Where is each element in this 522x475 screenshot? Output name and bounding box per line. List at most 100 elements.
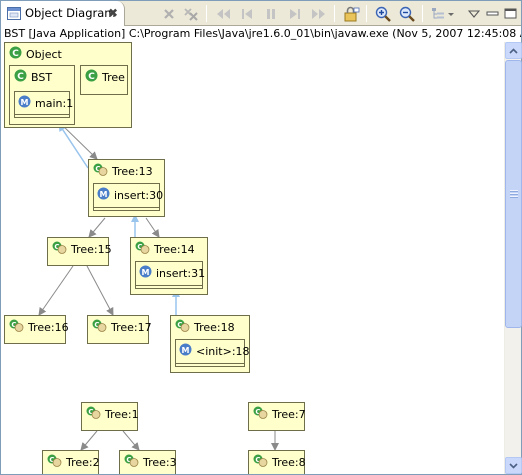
- class-icon: C: [9, 46, 22, 62]
- main-method-frame[interactable]: M main:1: [14, 91, 73, 118]
- method-icon: M: [97, 187, 110, 203]
- edge-tree13-to-tree15: [88, 217, 106, 238]
- close-icon[interactable]: ✖: [108, 6, 118, 20]
- tree3-title: C Tree:3: [124, 454, 177, 470]
- minimize-icon[interactable]: [483, 4, 503, 23]
- maximize-icon[interactable]: [501, 4, 521, 23]
- tree18-node[interactable]: C Tree:18 M <init>:18: [170, 315, 250, 373]
- tree2-title: C Tree:2: [47, 454, 100, 470]
- zoom-in-icon[interactable]: [373, 4, 393, 23]
- view-menu-icon[interactable]: [464, 4, 484, 23]
- tree-class-label: Tree: [102, 70, 125, 84]
- tree7-title: C Tree:7: [253, 406, 306, 422]
- tree13-node[interactable]: C Tree:13 M insert:30: [88, 159, 165, 217]
- method-icon: M: [179, 343, 192, 359]
- edge-tree15-to-tree16: [38, 265, 74, 316]
- toolbar-separator: [422, 5, 423, 22]
- tree17-label: Tree:17: [111, 320, 152, 334]
- tree16-node[interactable]: C Tree:16: [4, 315, 69, 344]
- tree1-label: Tree:1: [105, 407, 139, 421]
- tree2-label: Tree:2: [66, 455, 100, 469]
- object-node-title: C Object: [9, 46, 62, 62]
- chevron-up-icon: [509, 47, 518, 54]
- tree2-node[interactable]: C Tree:2: [42, 450, 100, 474]
- object-diagram-icon: [7, 7, 21, 23]
- tree18-label: Tree:18: [194, 320, 235, 334]
- bst-title: C BST: [14, 69, 52, 85]
- tree3-node[interactable]: C Tree:3: [119, 450, 177, 474]
- delete-all-icon[interactable]: [181, 4, 201, 23]
- class-icon: C: [85, 69, 98, 85]
- delete-icon[interactable]: [159, 4, 179, 23]
- view-toolbar: Object Diagram ✖: [1, 1, 521, 26]
- call-edges: [58, 123, 180, 337]
- svg-text:C: C: [12, 49, 19, 59]
- tree14-title: C Tree:14: [135, 241, 195, 257]
- method-icon: M: [18, 95, 31, 111]
- tree13-label: Tree:13: [112, 164, 153, 178]
- lock-icon[interactable]: [342, 4, 362, 23]
- init18-label: <init>:18: [196, 344, 250, 358]
- edge-tree13-to-tree14: [145, 217, 160, 238]
- diagram-canvas[interactable]: C Object C BST M main:1 C Tree C Tree:13…: [1, 42, 504, 474]
- tree1-node[interactable]: C Tree:1: [81, 402, 139, 431]
- instance-icon: C: [47, 454, 62, 470]
- tree8-title: C Tree:8: [253, 454, 306, 470]
- scroll-up-button[interactable]: [505, 42, 522, 59]
- class-icon: C: [14, 69, 27, 85]
- svg-text:C: C: [17, 72, 24, 82]
- instance-icon: C: [175, 319, 190, 335]
- method-icon: M: [139, 265, 152, 281]
- step-first-icon[interactable]: [237, 4, 257, 23]
- tree-class-node[interactable]: C Tree: [80, 65, 128, 95]
- tree15-title: C Tree:15: [52, 241, 112, 257]
- tree1-title: C Tree:1: [86, 406, 139, 422]
- tab-object-diagram[interactable]: Object Diagram ✖: [1, 1, 125, 26]
- instance-icon: C: [135, 241, 150, 257]
- tree3-label: Tree:3: [143, 455, 177, 469]
- init18-frame[interactable]: M <init>:18: [175, 339, 250, 367]
- tree18-title: C Tree:18: [175, 319, 235, 335]
- svg-text:M: M: [100, 190, 108, 199]
- step-back-icon[interactable]: [213, 4, 233, 23]
- layout-icon[interactable]: [430, 4, 456, 23]
- vertical-scrollbar[interactable]: [504, 42, 522, 474]
- tree16-label: Tree:16: [28, 320, 69, 334]
- tree17-node[interactable]: C Tree:17: [87, 315, 152, 344]
- tree8-label: Tree:8: [272, 455, 306, 469]
- object-label: Object: [26, 47, 62, 61]
- chevron-down-icon: [509, 462, 518, 469]
- scroll-thumb[interactable]: [505, 60, 522, 328]
- insert31-title: M insert:31: [139, 265, 205, 281]
- edge-tree15-to-tree17: [86, 265, 114, 316]
- tree-class-title: C Tree: [85, 69, 125, 85]
- tree15-label: Tree:15: [71, 242, 112, 256]
- instance-icon: C: [92, 319, 107, 335]
- main-method-title: M main:1: [18, 95, 73, 111]
- insert31-frame[interactable]: M insert:31: [135, 261, 205, 289]
- toolbar-separator: [366, 5, 367, 22]
- instance-icon: C: [9, 319, 24, 335]
- scroll-down-button[interactable]: [505, 457, 522, 474]
- toolbar-separator: [334, 5, 335, 22]
- zoom-out-icon[interactable]: [397, 4, 417, 23]
- insert31-label: insert:31: [156, 266, 206, 280]
- step-last-icon[interactable]: [285, 4, 305, 23]
- tree16-title: C Tree:16: [9, 319, 69, 335]
- bst-label: BST: [31, 70, 53, 84]
- tree15-node[interactable]: C Tree:15: [47, 237, 112, 266]
- instance-icon: C: [52, 241, 67, 257]
- tree14-node[interactable]: C Tree:14 M insert:31: [130, 237, 208, 295]
- object-node[interactable]: C Object C BST M main:1 C Tree: [4, 42, 132, 128]
- tree7-node[interactable]: C Tree:7: [248, 402, 306, 431]
- insert30-label: insert:30: [114, 188, 164, 202]
- bst-class-node[interactable]: C BST M main:1: [9, 65, 75, 125]
- tree13-title: C Tree:13: [93, 163, 153, 179]
- svg-text:M: M: [182, 346, 190, 355]
- tab-label: Object Diagram: [25, 6, 116, 20]
- instance-icon: C: [86, 406, 101, 422]
- insert30-frame[interactable]: M insert:30: [93, 183, 164, 211]
- step-forward-icon[interactable]: [309, 4, 329, 23]
- tree8-node[interactable]: C Tree:8: [248, 450, 306, 474]
- pause-icon[interactable]: [261, 4, 281, 23]
